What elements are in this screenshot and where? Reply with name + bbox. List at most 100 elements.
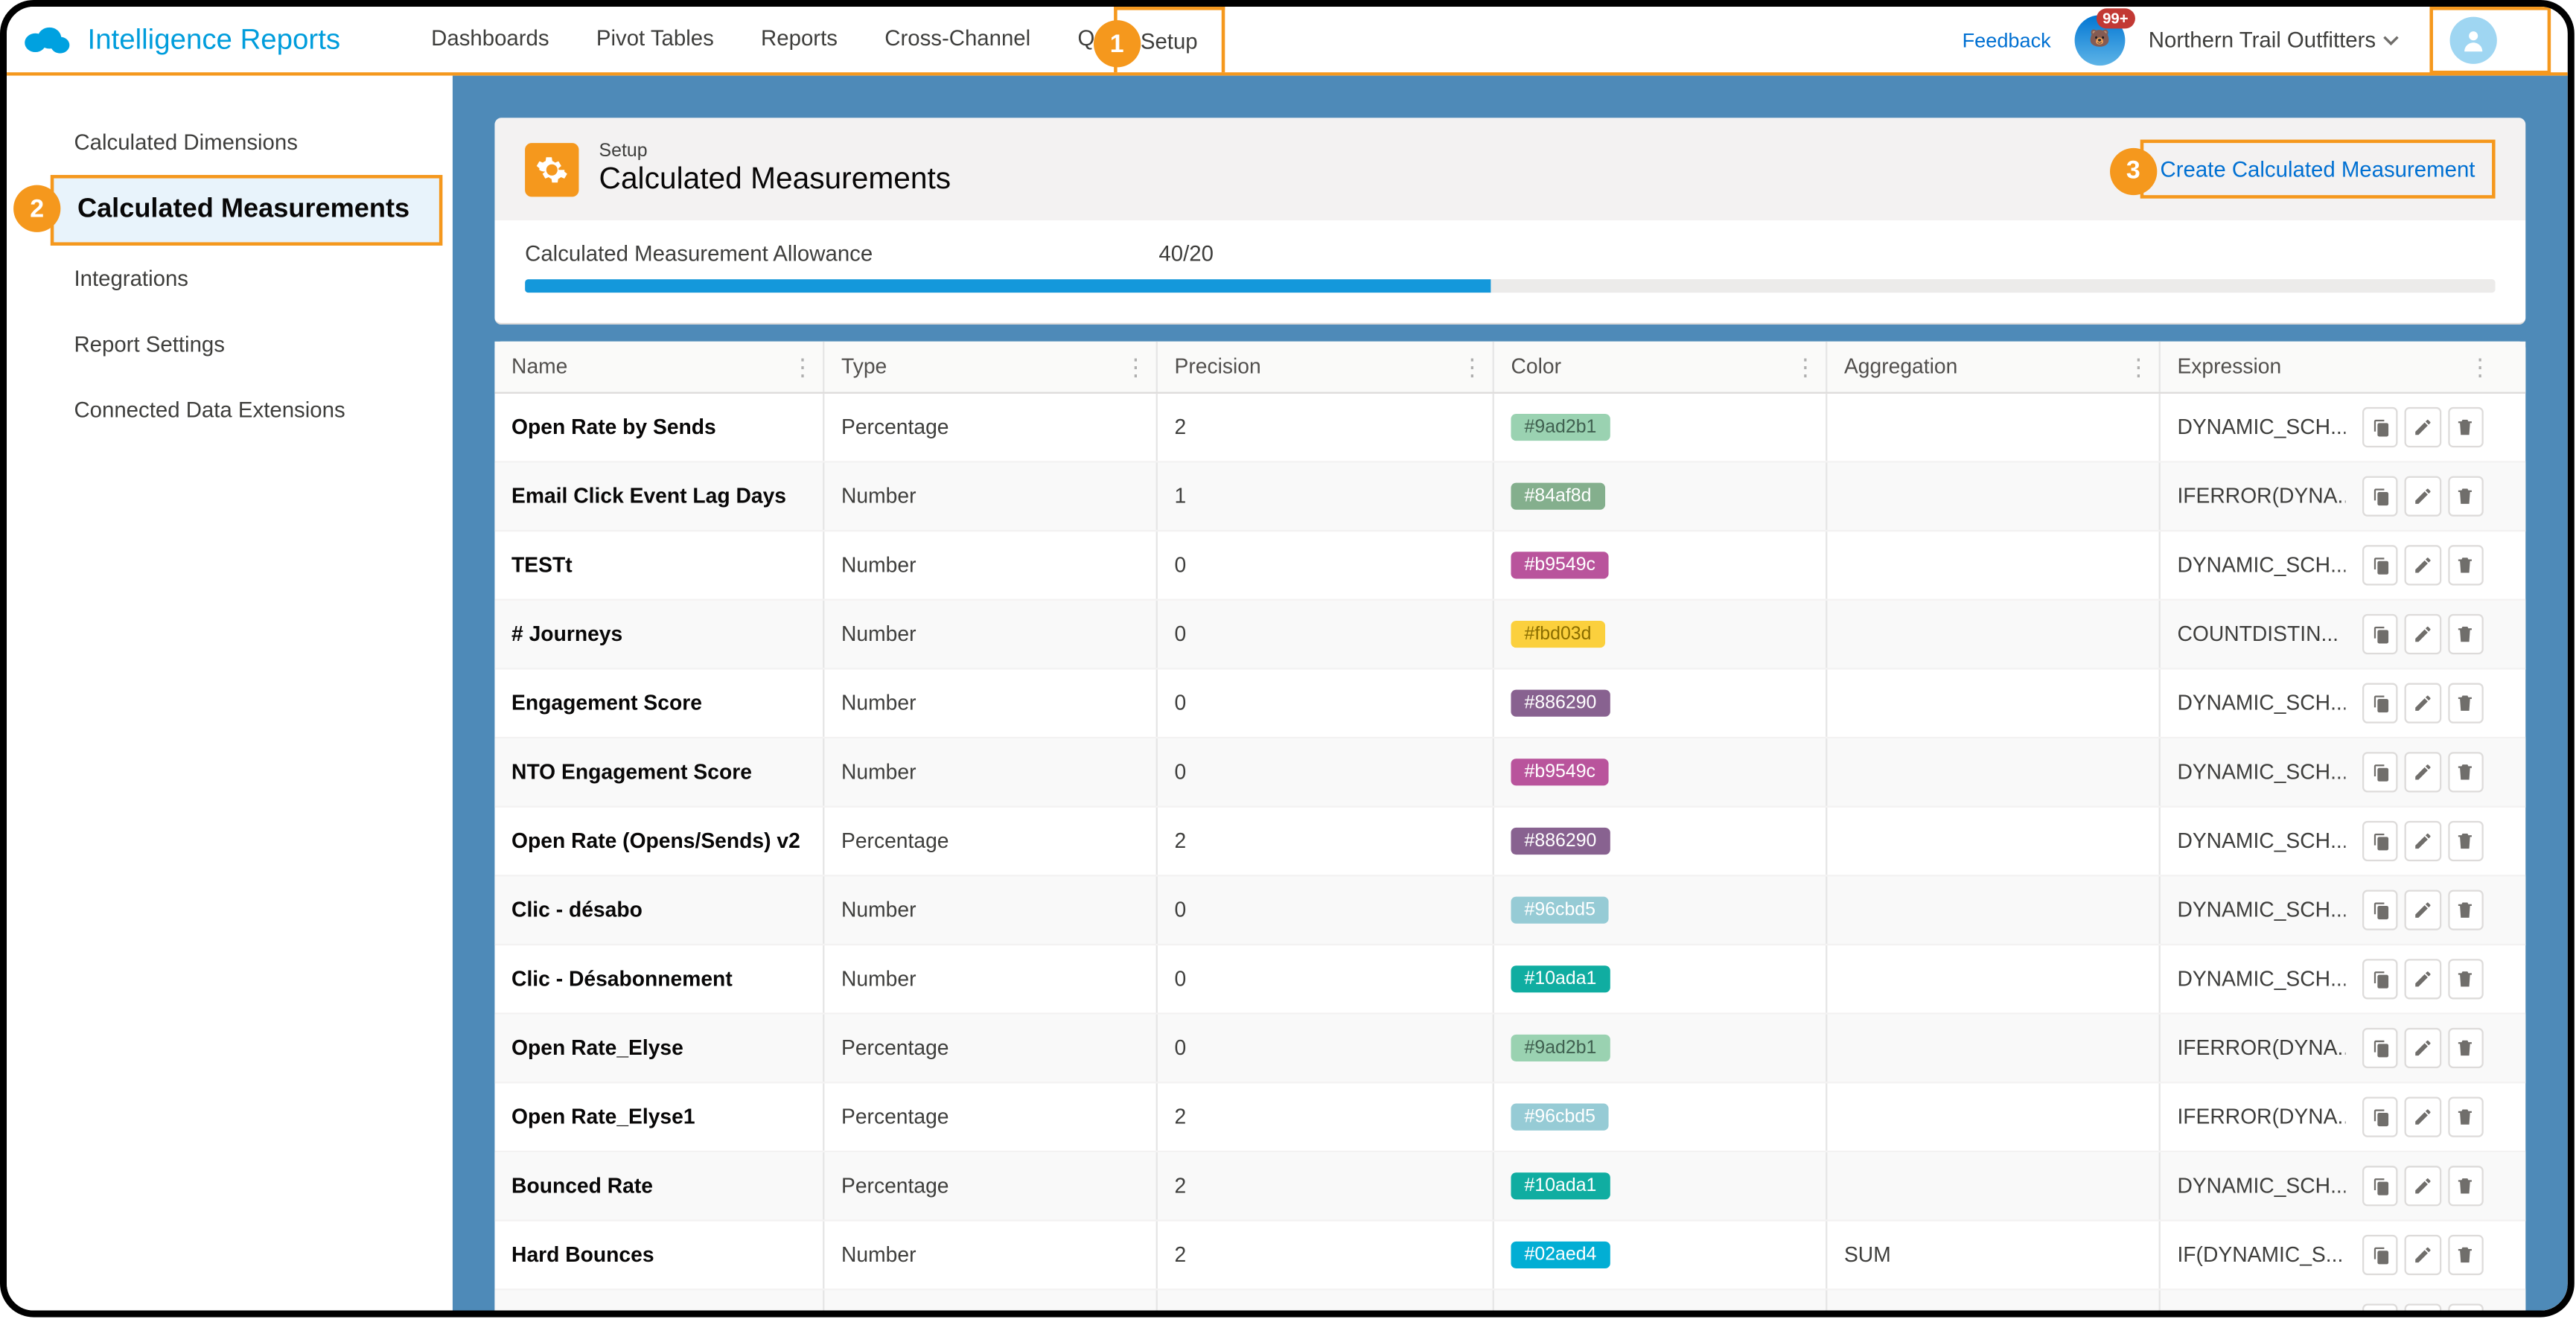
nav-dashboards[interactable]: Dashboards (408, 7, 573, 72)
cell-aggregation (1827, 738, 2160, 805)
copy-button[interactable] (2362, 1166, 2398, 1206)
nav-reports[interactable]: Reports (737, 7, 861, 72)
edit-button[interactable] (2405, 476, 2440, 517)
cell-type: Number (824, 876, 1157, 943)
copy-button[interactable] (2362, 1304, 2398, 1311)
delete-button[interactable] (2448, 1235, 2484, 1275)
delete-button[interactable] (2448, 890, 2484, 930)
edit-button[interactable] (2405, 407, 2440, 447)
cell-type: Number (824, 1221, 1157, 1288)
copy-button[interactable] (2362, 752, 2398, 792)
sidebar-item-calc-measurements[interactable]: Calculated Measurements (51, 175, 443, 246)
main-nav: Dashboards Pivot Tables Reports Cross-Ch… (408, 7, 1225, 72)
delete-button[interactable] (2448, 821, 2484, 861)
delete-button[interactable] (2448, 545, 2484, 585)
delete-button[interactable] (2448, 683, 2484, 724)
copy-button[interactable] (2362, 1097, 2398, 1137)
copy-button[interactable] (2362, 614, 2398, 654)
sidebar-item-report-settings[interactable]: Report Settings (7, 311, 453, 377)
edit-button[interactable] (2405, 1166, 2440, 1206)
table-header: Name⋮ Type⋮ Precision⋮ Color⋮ Aggregatio… (494, 342, 2525, 394)
allowance-value: 40/20 (1158, 240, 1214, 266)
edit-button[interactable] (2405, 545, 2440, 585)
delete-button[interactable] (2448, 1097, 2484, 1137)
nav-pivot-tables[interactable]: Pivot Tables (573, 7, 737, 72)
cell-aggregation (1827, 531, 2160, 598)
table-row: TESTtNumber0#b9549cDYNAMIC_SCH... (494, 531, 2525, 601)
cell-expression: DYNAMIC_SCH... (2161, 808, 2346, 875)
cell-expression: DYNAMIC_SCH... (2161, 669, 2346, 736)
delete-button[interactable] (2448, 614, 2484, 654)
notification-bell[interactable]: 🐻 99+ (2074, 14, 2125, 65)
delete-button[interactable] (2448, 959, 2484, 999)
feedback-link[interactable]: Feedback (1963, 28, 2051, 51)
nav-cross-channel[interactable]: Cross-Channel (861, 7, 1054, 72)
cell-actions (2345, 531, 2500, 598)
salesforce-logo (24, 23, 71, 57)
copy-button[interactable] (2362, 959, 2398, 999)
cell-aggregation (1827, 394, 2160, 461)
copy-button[interactable] (2362, 683, 2398, 724)
user-avatar[interactable] (2450, 16, 2497, 63)
delete-button[interactable] (2448, 1166, 2484, 1206)
cell-color: #84af8d (1494, 463, 1827, 530)
cell-name: Clic - Désabonnement (494, 945, 824, 1012)
edit-button[interactable] (2405, 1235, 2440, 1275)
cell-precision: 2 (1158, 394, 1494, 461)
col-expression[interactable]: Expression⋮ (2161, 342, 2501, 392)
cell-type: Number (824, 1290, 1157, 1310)
copy-button[interactable] (2362, 545, 2398, 585)
allowance-label: Calculated Measurement Allowance (525, 240, 873, 266)
edit-button[interactable] (2405, 821, 2440, 861)
edit-button[interactable] (2405, 614, 2440, 654)
cell-type: Number (824, 601, 1157, 668)
copy-button[interactable] (2362, 407, 2398, 447)
edit-button[interactable] (2405, 683, 2440, 724)
cell-actions (2345, 394, 2500, 461)
cell-precision: 0 (1158, 876, 1494, 943)
sidebar-item-calc-dimensions[interactable]: Calculated Dimensions (7, 109, 453, 175)
cell-name: Engagement Score (494, 669, 824, 736)
copy-button[interactable] (2362, 1235, 2398, 1275)
delete-button[interactable] (2448, 407, 2484, 447)
copy-button[interactable] (2362, 821, 2398, 861)
col-name[interactable]: Name⋮ (494, 342, 824, 392)
delete-button[interactable] (2448, 476, 2484, 517)
copy-button[interactable] (2362, 476, 2398, 517)
col-type[interactable]: Type⋮ (824, 342, 1157, 392)
edit-button[interactable] (2405, 1028, 2440, 1068)
cell-type: Number (824, 531, 1157, 598)
org-label: Northern Trail Outfitters (2149, 27, 2376, 52)
edit-button[interactable] (2405, 959, 2440, 999)
edit-button[interactable] (2405, 890, 2440, 930)
copy-button[interactable] (2362, 1028, 2398, 1068)
cell-expression: COUNTDISTIN... (2161, 601, 2346, 668)
table-row: Open Rate_Elyse1Percentage2#96cbd5IFERRO… (494, 1083, 2525, 1152)
col-precision[interactable]: Precision⋮ (1158, 342, 1494, 392)
delete-button[interactable] (2448, 1304, 2484, 1311)
nav-setup[interactable]: 1 Setup (1114, 7, 1225, 72)
cell-precision: 1 (1158, 463, 1494, 530)
col-color[interactable]: Color⋮ (1494, 342, 1827, 392)
edit-button[interactable] (2405, 1304, 2440, 1311)
delete-button[interactable] (2448, 752, 2484, 792)
col-aggregation[interactable]: Aggregation⋮ (1827, 342, 2160, 392)
edit-button[interactable] (2405, 1097, 2440, 1137)
edit-button[interactable] (2405, 752, 2440, 792)
org-switcher[interactable]: Northern Trail Outfitters (2149, 27, 2400, 52)
cell-precision: 0 (1158, 1015, 1494, 1082)
cell-color: #10ada1 (1494, 1152, 1827, 1219)
cell-color: #b9549c (1494, 738, 1827, 805)
copy-button[interactable] (2362, 890, 2398, 930)
nav-setup-label: Setup (1141, 28, 1198, 54)
delete-button[interactable] (2448, 1028, 2484, 1068)
cell-aggregation (1827, 1290, 2160, 1310)
setup-sidebar: Calculated Dimensions 2 Calculated Measu… (7, 76, 453, 1311)
sidebar-item-connected-data-ext[interactable]: Connected Data Extensions (7, 377, 453, 442)
sidebar-item-integrations[interactable]: Integrations (7, 246, 453, 311)
cell-precision: 0 (1158, 945, 1494, 1012)
cell-aggregation (1827, 463, 2160, 530)
cell-aggregation: SUM (1827, 1221, 2160, 1288)
create-calculated-measurement-link[interactable]: Create Calculated Measurement (2140, 138, 2495, 197)
cell-aggregation (1827, 1152, 2160, 1219)
